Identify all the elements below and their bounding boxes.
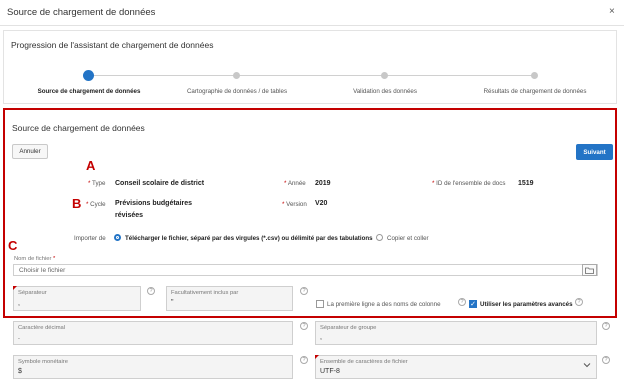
annotation-marker-a: A bbox=[86, 158, 96, 173]
next-button[interactable]: Suivant bbox=[576, 144, 613, 160]
wizard-step-3-dot bbox=[381, 72, 388, 79]
cycle-value-line-1: Prévisions budgétaires bbox=[115, 200, 193, 207]
wizard-step-3-label: Validation des données bbox=[353, 88, 417, 95]
separator-help-icon[interactable]: ? bbox=[147, 287, 155, 295]
window-title: Source de chargement de données bbox=[7, 7, 156, 18]
wizard-track bbox=[89, 75, 537, 76]
cycle-value-line-2: révisées bbox=[115, 212, 144, 219]
radio-paste-label: Copier et coller bbox=[387, 235, 429, 242]
annee-label: * Année bbox=[284, 180, 306, 187]
advanced-checkbox[interactable]: ✓ bbox=[469, 300, 477, 308]
file-label: Nom de fichier * bbox=[14, 256, 56, 262]
wizard-step-1-dot bbox=[83, 70, 94, 81]
annotation-marker-c: C bbox=[8, 238, 18, 253]
docset-value: 1519 bbox=[518, 180, 534, 187]
group-value: , bbox=[320, 334, 322, 341]
version-label: * Version bbox=[282, 201, 307, 208]
separator-value: , bbox=[18, 300, 20, 307]
wizard-title: Progression de l'assistant de chargement… bbox=[11, 40, 214, 50]
group-label: Séparateur de groupe bbox=[320, 325, 377, 331]
file-input[interactable] bbox=[13, 264, 598, 276]
first-row-label: La première ligne a des noms de colonne bbox=[327, 301, 441, 308]
import-label: Importer de bbox=[74, 235, 106, 242]
version-value: V20 bbox=[315, 200, 328, 207]
currency-label: Symbole monétaire bbox=[18, 359, 68, 365]
wizard-step-1-label: Source de chargement de données bbox=[37, 88, 141, 95]
group-help-icon[interactable]: ? bbox=[602, 322, 610, 330]
annee-value: 2019 bbox=[315, 180, 331, 187]
docset-label: * ID de l'ensemble de docs bbox=[432, 180, 506, 187]
required-indicator bbox=[315, 355, 319, 359]
enclosed-help-icon[interactable]: ? bbox=[300, 287, 308, 295]
required-indicator bbox=[13, 286, 17, 290]
cycle-label: * Cycle bbox=[86, 201, 106, 208]
decimal-help-icon[interactable]: ? bbox=[300, 322, 308, 330]
file-placeholder: Choisir le fichier bbox=[19, 267, 66, 274]
radio-upload[interactable] bbox=[114, 234, 121, 241]
charset-help-icon[interactable]: ? bbox=[602, 356, 610, 364]
wizard-step-2-label: Cartographie de données / de tables bbox=[186, 88, 288, 95]
panel-title: Source de chargement de données bbox=[12, 123, 145, 133]
wizard-step-4-dot bbox=[531, 72, 538, 79]
type-value: Conseil scolaire de district bbox=[115, 180, 205, 187]
charset-label: Ensemble de caractères de fichier bbox=[320, 359, 408, 365]
type-label: * Type bbox=[88, 180, 106, 187]
advanced-help-icon[interactable]: ? bbox=[575, 298, 583, 306]
close-icon[interactable]: × bbox=[609, 6, 615, 17]
radio-upload-label: Télécharger le fichier, séparé par des v… bbox=[125, 235, 373, 242]
advanced-label: Utiliser les paramètres avancés bbox=[480, 301, 573, 308]
first-row-help-icon[interactable]: ? bbox=[458, 298, 466, 306]
separator-label: Séparateur bbox=[18, 290, 47, 296]
charset-value: UTF-8 bbox=[320, 368, 340, 375]
folder-icon[interactable] bbox=[582, 264, 597, 276]
currency-value: $ bbox=[18, 368, 22, 375]
first-row-checkbox[interactable] bbox=[316, 300, 324, 308]
cancel-button[interactable]: Annuler bbox=[12, 144, 48, 159]
wizard-step-2-dot bbox=[233, 72, 240, 79]
chevron-down-icon[interactable] bbox=[583, 362, 591, 370]
enclosed-label: Facultativement inclus par bbox=[171, 290, 239, 296]
currency-help-icon[interactable]: ? bbox=[300, 356, 308, 364]
enclosed-value: " bbox=[171, 299, 174, 306]
wizard-step-4-label: Résultats de chargement de données bbox=[483, 88, 587, 95]
radio-paste[interactable] bbox=[376, 234, 383, 241]
annotation-marker-b: B bbox=[72, 196, 82, 211]
decimal-value: . bbox=[18, 334, 20, 341]
decimal-label: Caractère décimal bbox=[18, 325, 66, 331]
